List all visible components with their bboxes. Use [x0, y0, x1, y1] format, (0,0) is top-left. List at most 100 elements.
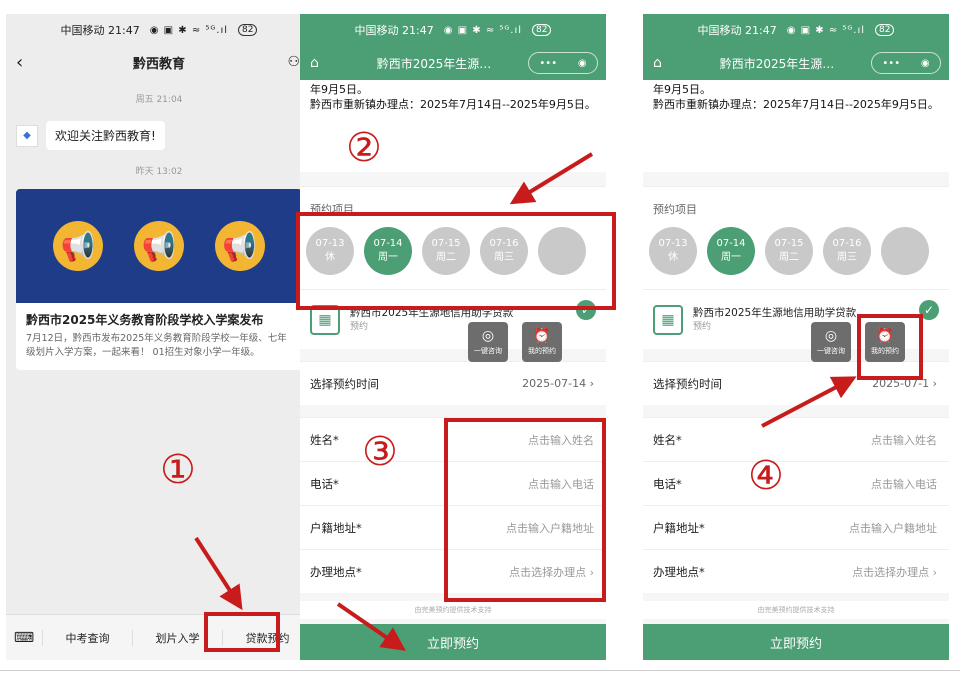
field-label: 办理地点* [653, 564, 705, 579]
date-weekday: 周一 [721, 252, 741, 263]
megaphone-icon: 📢 [214, 221, 265, 271]
powered-by: 由完美预约提供技术支持 [300, 601, 606, 619]
step-number-1: ① [160, 447, 196, 493]
field-label: 办理地点* [310, 564, 362, 579]
status-bar: 中国移动 21:47 ◉ ▣ ✱ ≈ ⁵ᴳ.ıl 82 [643, 14, 949, 46]
date-option[interactable]: 07-16 周三 [823, 227, 871, 275]
highlight-box-form-fields [444, 418, 606, 602]
field-label: 姓名* [653, 432, 682, 447]
consult-button[interactable]: ◎ 一键咨询 [811, 322, 851, 362]
date-day: 07-15 [774, 238, 804, 249]
submit-button[interactable]: 立即预约 [300, 624, 606, 660]
message-bubble: 欢迎关注黔西教育! [46, 121, 165, 150]
article-description: 7月12日，黔西市发布2025年义务教育阶段学校一年级、七年级划片入学方案，一起… [26, 333, 287, 358]
status-bar: 中国移动 21:47 ◉ ▣ ✱ ≈ ⁵ᴳ.ıl 82 [300, 14, 606, 46]
article-card[interactable]: 📢 📢 📢 黔西市2025年义务教育阶段学校入学案发布 7月12日，黔西市发布2… [16, 189, 302, 370]
timestamp: 周五 21:04 [135, 95, 183, 105]
step-number-3: ③ [362, 429, 398, 475]
name-field[interactable]: 姓名* 点击输入姓名 [643, 417, 949, 461]
battery-badge: 82 [875, 24, 895, 36]
keyboard-icon[interactable]: ⌨ [6, 630, 42, 646]
home-icon[interactable]: ⌂ [310, 55, 332, 71]
step-number-4: ④ [748, 453, 784, 499]
close-icon[interactable]: ◉ [921, 58, 930, 69]
home-icon[interactable]: ⌂ [653, 55, 675, 71]
status-icons: ◉ ▣ ✱ ≈ ⁵ᴳ.ıl [149, 24, 229, 36]
capsule-menu[interactable]: ••• ◉ [871, 52, 941, 74]
article-banner: 📢 📢 📢 [16, 189, 302, 303]
field-placeholder: 点击选择办理点 › [852, 565, 937, 579]
more-icon[interactable]: ••• [539, 58, 557, 69]
notice-text: 年9月5日。 黔西市重新镇办理点：2025年7月14日--2025年9月5日。 [643, 80, 949, 172]
field-placeholder: 点击输入电话 [871, 477, 937, 491]
megaphone-icon: 📢 [133, 221, 184, 271]
date-picker: 07-13 休 07-14 周一 07-15 周二 07-16 周三 [643, 223, 949, 289]
my-booking-button[interactable]: ⏰ 我的预约 [522, 322, 562, 362]
date-weekday: 周三 [837, 252, 857, 263]
powered-by: 由完美预约提供技术支持 [643, 601, 949, 619]
date-day: 07-16 [832, 238, 862, 249]
battery-badge: 82 [532, 24, 552, 36]
phone-field[interactable]: 电话* 点击输入电话 [643, 461, 949, 505]
time-select-row[interactable]: 选择预约时间 2025-07-14 › [300, 361, 606, 405]
address-field[interactable]: 户籍地址* 点击输入户籍地址 [643, 505, 949, 549]
chat-message: ◆ 欢迎关注黔西教育! [16, 121, 302, 150]
chat-header: ‹ 黔西教育 ⚇ [6, 46, 312, 78]
section-label: 预约项目 [643, 186, 949, 223]
date-day: 07-13 [658, 238, 688, 249]
carrier-time: 中国移动 21:47 [354, 24, 434, 37]
megaphone-icon: 📢 [53, 221, 104, 271]
divider [0, 670, 960, 671]
miniapp-header: ⌂ 黔西市2025年生源… ••• ◉ [300, 46, 606, 80]
back-arrow-icon[interactable]: ‹ [16, 52, 23, 73]
battery-badge: 82 [238, 24, 258, 36]
location-select[interactable]: 办理地点* 点击选择办理点 › [643, 549, 949, 593]
time-value: 2025-07-14 › [522, 377, 594, 390]
status-bar: 中国移动 21:47 ◉ ▣ ✱ ≈ ⁵ᴳ.ıl 82 [6, 14, 312, 46]
carrier-time: 中国移动 21:47 [60, 24, 140, 37]
chat-icon: ◎ [824, 328, 838, 344]
consult-button[interactable]: ◎ 一键咨询 [468, 322, 508, 362]
profile-icon[interactable]: ⚇ [287, 54, 300, 70]
time-label: 选择预约时间 [653, 376, 722, 391]
highlight-box-loan-menu [204, 612, 280, 652]
highlight-box-date-picker [296, 212, 616, 310]
consult-label: 一键咨询 [474, 347, 502, 355]
date-option-selected[interactable]: 07-14 周一 [707, 227, 755, 275]
miniapp-header: ⌂ 黔西市2025年生源… ••• ◉ [643, 46, 949, 80]
field-label: 电话* [653, 476, 682, 491]
capsule-menu[interactable]: ••• ◉ [528, 52, 598, 74]
timestamp: 昨天 13:02 [135, 167, 183, 177]
carrier-time: 中国移动 21:47 [697, 24, 777, 37]
more-icon[interactable]: ••• [882, 58, 900, 69]
date-weekday: 休 [668, 252, 678, 263]
article-title: 黔西市2025年义务教育阶段学校入学案发布 [26, 313, 264, 327]
field-placeholder: 点击输入姓名 [871, 433, 937, 447]
date-option[interactable]: 07-13 休 [649, 227, 697, 275]
menu-item-exam-query[interactable]: 中考查询 [42, 629, 132, 646]
status-icons: ◉ ▣ ✱ ≈ ⁵ᴳ.ıl [443, 24, 523, 36]
date-day: 07-14 [716, 238, 746, 249]
date-option[interactable]: 07-15 周二 [765, 227, 813, 275]
field-label: 电话* [310, 476, 339, 491]
field-placeholder: 点击输入户籍地址 [849, 521, 937, 535]
step-number-2: ② [346, 125, 382, 171]
field-label: 姓名* [310, 432, 339, 447]
service-name: 黔西市2025年生源地信用助学贷款 [693, 306, 857, 319]
avatar: ◆ [16, 124, 38, 147]
date-weekday: 周二 [779, 252, 799, 263]
submit-button[interactable]: 立即预约 [643, 624, 949, 660]
field-label: 户籍地址* [653, 520, 705, 535]
my-booking-label: 我的预约 [528, 347, 556, 355]
status-icons: ◉ ▣ ✱ ≈ ⁵ᴳ.ıl [786, 24, 866, 36]
highlight-box-my-booking [857, 314, 923, 380]
consult-label: 一键咨询 [817, 347, 845, 355]
field-label: 户籍地址* [310, 520, 362, 535]
close-icon[interactable]: ◉ [578, 58, 587, 69]
alarm-icon: ⏰ [533, 328, 551, 344]
calendar-icon: ▦ [653, 304, 683, 335]
date-option[interactable] [881, 227, 929, 275]
phone-screen-wechat: 中国移动 21:47 ◉ ▣ ✱ ≈ ⁵ᴳ.ıl 82 ‹ 黔西教育 ⚇ 周五 … [6, 14, 312, 660]
time-label: 选择预约时间 [310, 376, 379, 391]
chat-title: 黔西教育 [132, 56, 185, 72]
